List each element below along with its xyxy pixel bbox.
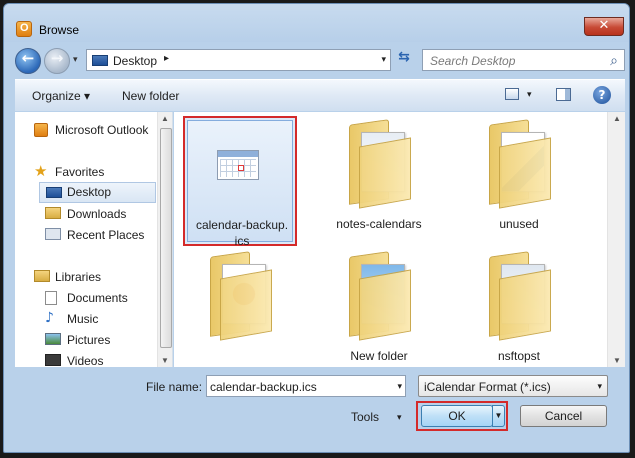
- downloads-icon: [45, 207, 61, 219]
- change-view-icon[interactable]: [505, 88, 519, 100]
- address-location[interactable]: Desktop: [113, 54, 157, 68]
- documents-icon: [45, 291, 57, 305]
- outlook-app-icon: [16, 21, 32, 37]
- recent-pages-dropdown[interactable]: ▾: [73, 54, 78, 65]
- folder-item-nsftopst[interactable]: nsftopst: [462, 248, 576, 367]
- desktop-icon: [92, 55, 108, 66]
- scrollbar-thumb[interactable]: [160, 128, 172, 348]
- folder-icon: [210, 251, 272, 341]
- navigation-pane: Microsoft Outlook ★ Favorites Desktop Do…: [15, 112, 173, 367]
- scroll-down-icon[interactable]: ▼: [613, 356, 621, 365]
- address-bar[interactable]: Desktop ▸ ▾: [86, 49, 391, 71]
- recent-places-icon: [45, 228, 61, 240]
- chevron-down-icon[interactable]: ▾: [397, 381, 402, 392]
- search-icon[interactable]: ⌕: [610, 53, 618, 69]
- libraries-icon: [34, 270, 50, 282]
- pictures-icon: [45, 333, 61, 345]
- nav-item-pictures[interactable]: Pictures: [15, 330, 155, 351]
- nav-item-recent-places[interactable]: Recent Places: [15, 225, 155, 246]
- file-name-label: File name:: [146, 380, 203, 394]
- scroll-down-icon[interactable]: ▼: [161, 356, 169, 365]
- videos-icon: [45, 354, 61, 366]
- window-title: Browse: [39, 23, 80, 37]
- help-icon[interactable]: ?: [593, 86, 611, 104]
- tools-menu-button[interactable]: Tools: [351, 410, 379, 424]
- nav-item-favorites[interactable]: ★ Favorites: [15, 162, 155, 183]
- folder-label: New folder: [350, 349, 408, 363]
- scroll-up-icon[interactable]: ▲: [613, 114, 621, 123]
- outlook-icon: [34, 123, 48, 137]
- content-scrollbar[interactable]: ▲ ▼: [607, 112, 625, 367]
- view-options-dropdown[interactable]: ▾: [527, 89, 532, 100]
- calendar-file-icon: [217, 150, 259, 180]
- breadcrumb-chevron-icon[interactable]: ▸: [164, 53, 169, 64]
- navigation-scrollbar[interactable]: ▲ ▼: [157, 112, 172, 367]
- folder-icon: [349, 119, 411, 209]
- folder-label: nsftopst: [497, 349, 541, 363]
- file-name-input[interactable]: calendar-backup.ics ▾: [206, 375, 406, 397]
- refresh-button[interactable]: ⇆: [393, 49, 415, 71]
- folder-label: notes-calendars: [336, 217, 422, 231]
- nav-item-downloads[interactable]: Downloads: [15, 204, 155, 225]
- chevron-down-icon[interactable]: ▾: [597, 381, 602, 392]
- folder-icon: [489, 251, 551, 341]
- new-folder-button[interactable]: New folder: [122, 89, 179, 103]
- ok-button[interactable]: OK: [421, 405, 493, 427]
- nav-item-desktop[interactable]: Desktop: [39, 182, 156, 203]
- scroll-up-icon[interactable]: ▲: [161, 114, 169, 123]
- folder-item-unused[interactable]: unused: [462, 116, 576, 246]
- nav-item-music[interactable]: ♪ Music: [15, 309, 155, 330]
- nav-item-microsoft-outlook[interactable]: Microsoft Outlook: [15, 120, 155, 141]
- folder-icon: [489, 119, 551, 209]
- folder-item-notes-calendars[interactable]: notes-calendars: [322, 116, 436, 246]
- title-bar[interactable]: Browse ✕: [4, 4, 629, 42]
- nav-item-documents[interactable]: Documents: [15, 288, 155, 309]
- search-input[interactable]: Search Desktop ⌕: [422, 49, 625, 71]
- folder-item-unnamed[interactable]: [183, 248, 297, 367]
- command-toolbar: Organize ▾ New folder ▾ ?: [15, 79, 625, 111]
- nav-item-libraries[interactable]: Libraries: [15, 267, 155, 288]
- nav-item-videos[interactable]: Videos: [15, 351, 155, 367]
- preview-pane-icon[interactable]: [556, 88, 571, 101]
- ok-split-dropdown-icon[interactable]: ▼: [492, 405, 505, 427]
- tools-dropdown-icon[interactable]: ▾: [397, 412, 402, 423]
- folder-label: unused: [499, 217, 539, 231]
- address-dropdown-icon[interactable]: ▾: [381, 54, 386, 65]
- folder-icon: [349, 251, 411, 341]
- file-item-calendar-backup[interactable]: calendar-backup. ics: [183, 116, 297, 248]
- forward-button[interactable]: →: [44, 48, 70, 74]
- file-list: calendar-backup. ics notes-calendars unu…: [174, 112, 625, 367]
- music-icon: ♪: [45, 310, 54, 326]
- cancel-button[interactable]: Cancel: [520, 405, 607, 427]
- folder-item-new-folder[interactable]: New folder: [322, 248, 436, 367]
- organize-button[interactable]: Organize ▾: [32, 89, 90, 103]
- file-type-value[interactable]: iCalendar Format (*.ics): [424, 380, 551, 394]
- desktop-icon: [46, 187, 62, 198]
- file-name-value[interactable]: calendar-backup.ics: [210, 380, 317, 394]
- search-placeholder: Search Desktop: [430, 54, 516, 68]
- close-button[interactable]: ✕: [584, 17, 624, 36]
- back-button[interactable]: ←: [15, 48, 41, 74]
- file-type-select[interactable]: iCalendar Format (*.ics) ▾: [418, 375, 608, 397]
- file-label: calendar-backup. ics: [195, 218, 289, 248]
- star-icon: ★: [34, 162, 48, 180]
